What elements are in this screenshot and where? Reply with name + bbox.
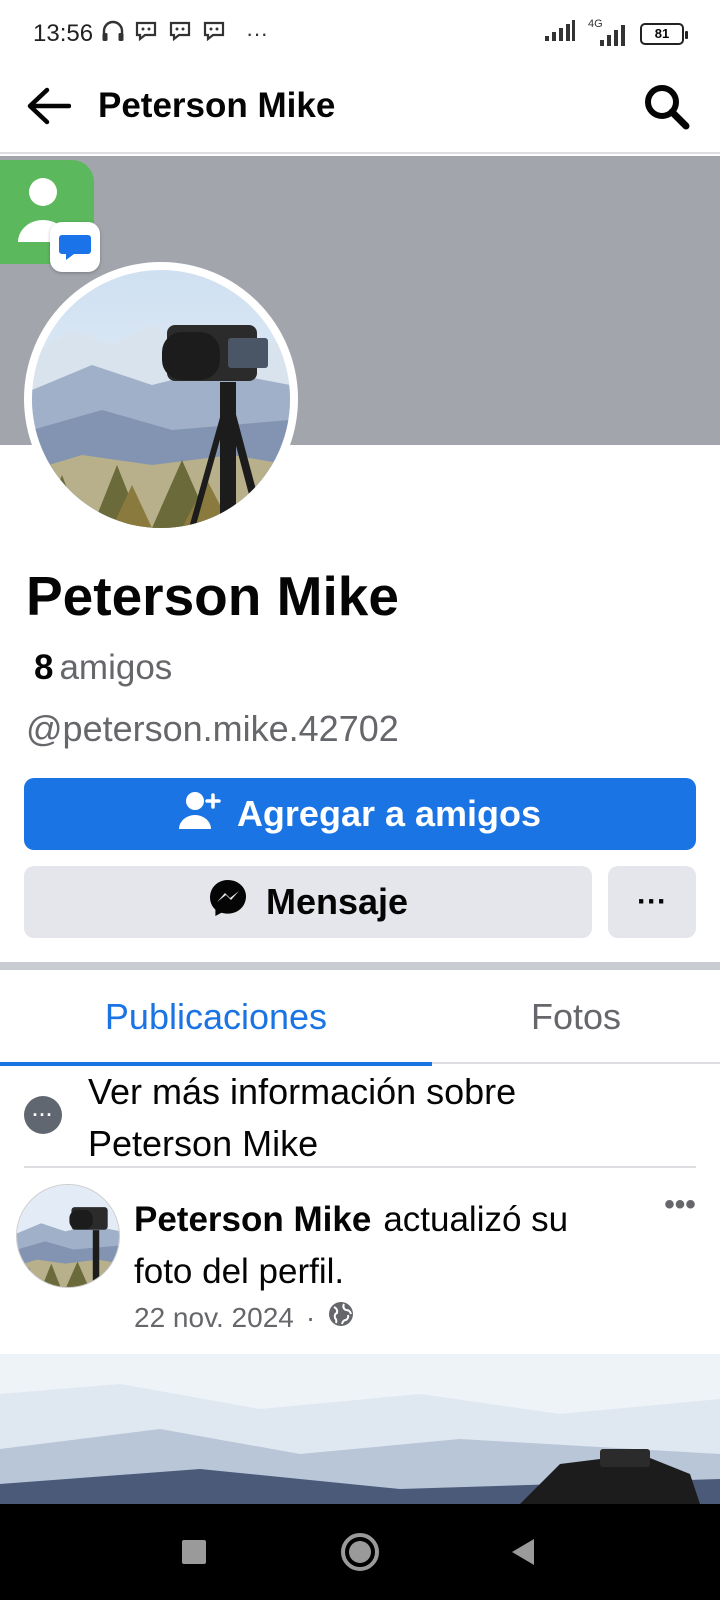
- globe-icon: [327, 1300, 355, 1335]
- post-menu-button[interactable]: •••: [656, 1188, 704, 1228]
- back-nav-button[interactable]: [500, 1532, 544, 1576]
- message-button[interactable]: Mensaje: [24, 866, 592, 938]
- message-label: Mensaje: [265, 881, 409, 922]
- home-circle-icon: [340, 1532, 380, 1577]
- info-line-1: Ver más información sobre: [88, 1071, 517, 1112]
- see-more-info-row[interactable]: ··· Ver más información sobre Peterson M…: [0, 1066, 720, 1166]
- see-more-info-text: Ver más información sobre Peterson Mike: [88, 1066, 516, 1170]
- battery-icon: 81: [640, 22, 688, 45]
- arrow-left-icon: [25, 86, 72, 131]
- page-title: Peterson Mike: [98, 86, 336, 125]
- post-author[interactable]: Peterson Mike: [134, 1200, 371, 1239]
- back-triangle-icon: [508, 1537, 536, 1572]
- tab-photos[interactable]: Fotos: [432, 970, 720, 1064]
- search-icon: [641, 81, 691, 136]
- post-date[interactable]: 22 nov. 2024: [134, 1302, 294, 1334]
- overflow-dots: ···: [246, 20, 268, 46]
- back-button[interactable]: [22, 82, 74, 134]
- system-status-icons: 4G 81: [544, 18, 688, 47]
- info-line-2: Peterson Mike: [88, 1123, 319, 1164]
- profile-tabs: Publicaciones Fotos: [0, 970, 720, 1066]
- signal-icon: [544, 20, 576, 47]
- profile-name: Peterson Mike: [26, 565, 399, 627]
- more-info-icon: ···: [24, 1096, 62, 1134]
- post-card: Peterson Mike actualizó su foto del perfi…: [0, 1168, 720, 1354]
- chat-icon: [168, 18, 194, 49]
- status-bar: 13:56 ··· 4G 81: [0, 0, 720, 68]
- signal-4g-icon: 4G: [586, 18, 630, 46]
- more-options-button[interactable]: ···: [608, 866, 696, 938]
- headphones-icon: [100, 18, 126, 49]
- top-nav: Peterson Mike: [0, 68, 720, 154]
- post-text: Peterson Mike actualizó su foto del perfi…: [134, 1194, 634, 1298]
- chat-icon: [134, 18, 160, 49]
- friends-count-link[interactable]: 8 amigos: [34, 648, 172, 688]
- messages-icon: [50, 222, 100, 272]
- profile-avatar[interactable]: [24, 262, 298, 536]
- chat-icon: [202, 18, 228, 49]
- status-time: 13:56: [33, 20, 94, 47]
- system-nav-bar: [0, 1504, 720, 1600]
- recents-button[interactable]: [172, 1532, 216, 1576]
- search-button[interactable]: [638, 80, 694, 136]
- avatar-image: [32, 270, 290, 528]
- friends-count: 8: [34, 648, 54, 687]
- add-friend-button[interactable]: Agregar a amigos: [24, 778, 696, 850]
- home-button[interactable]: [338, 1532, 382, 1576]
- section-divider: [0, 962, 720, 970]
- add-friend-label: Agregar a amigos: [236, 793, 542, 834]
- tab-posts[interactable]: Publicaciones: [0, 970, 432, 1066]
- recents-square-icon: [181, 1539, 207, 1570]
- post-meta: 22 nov. 2024 ·: [134, 1300, 355, 1335]
- meta-separator: ·: [305, 1301, 316, 1333]
- messenger-icon: [208, 878, 248, 927]
- friends-label: amigos: [59, 648, 173, 687]
- username: @peterson.mike.42702: [26, 708, 399, 749]
- notification-icons: ···: [100, 18, 268, 49]
- add-friend-icon: [178, 791, 221, 838]
- post-image[interactable]: [0, 1354, 720, 1504]
- post-author-avatar[interactable]: [16, 1184, 120, 1288]
